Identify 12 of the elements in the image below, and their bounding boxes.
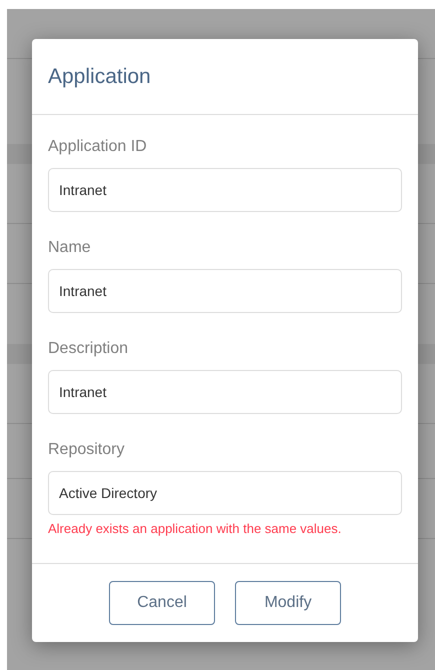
- dialog-title: Application: [48, 64, 151, 90]
- field-label: Description: [48, 339, 128, 359]
- input-field[interactable]: Active Directory: [48, 471, 402, 515]
- field-label: Name: [48, 238, 91, 258]
- input-field[interactable]: Intranet: [48, 269, 402, 313]
- modify-button[interactable]: Modify: [235, 581, 341, 625]
- error-message: Already exists an application with the same values.: [48, 520, 342, 538]
- cancel-button[interactable]: Cancel: [109, 581, 215, 625]
- input-field[interactable]: Intranet: [48, 168, 402, 212]
- field-label: Application ID: [48, 137, 147, 157]
- field-label: Repository: [48, 440, 124, 460]
- input-field[interactable]: Intranet: [48, 370, 402, 414]
